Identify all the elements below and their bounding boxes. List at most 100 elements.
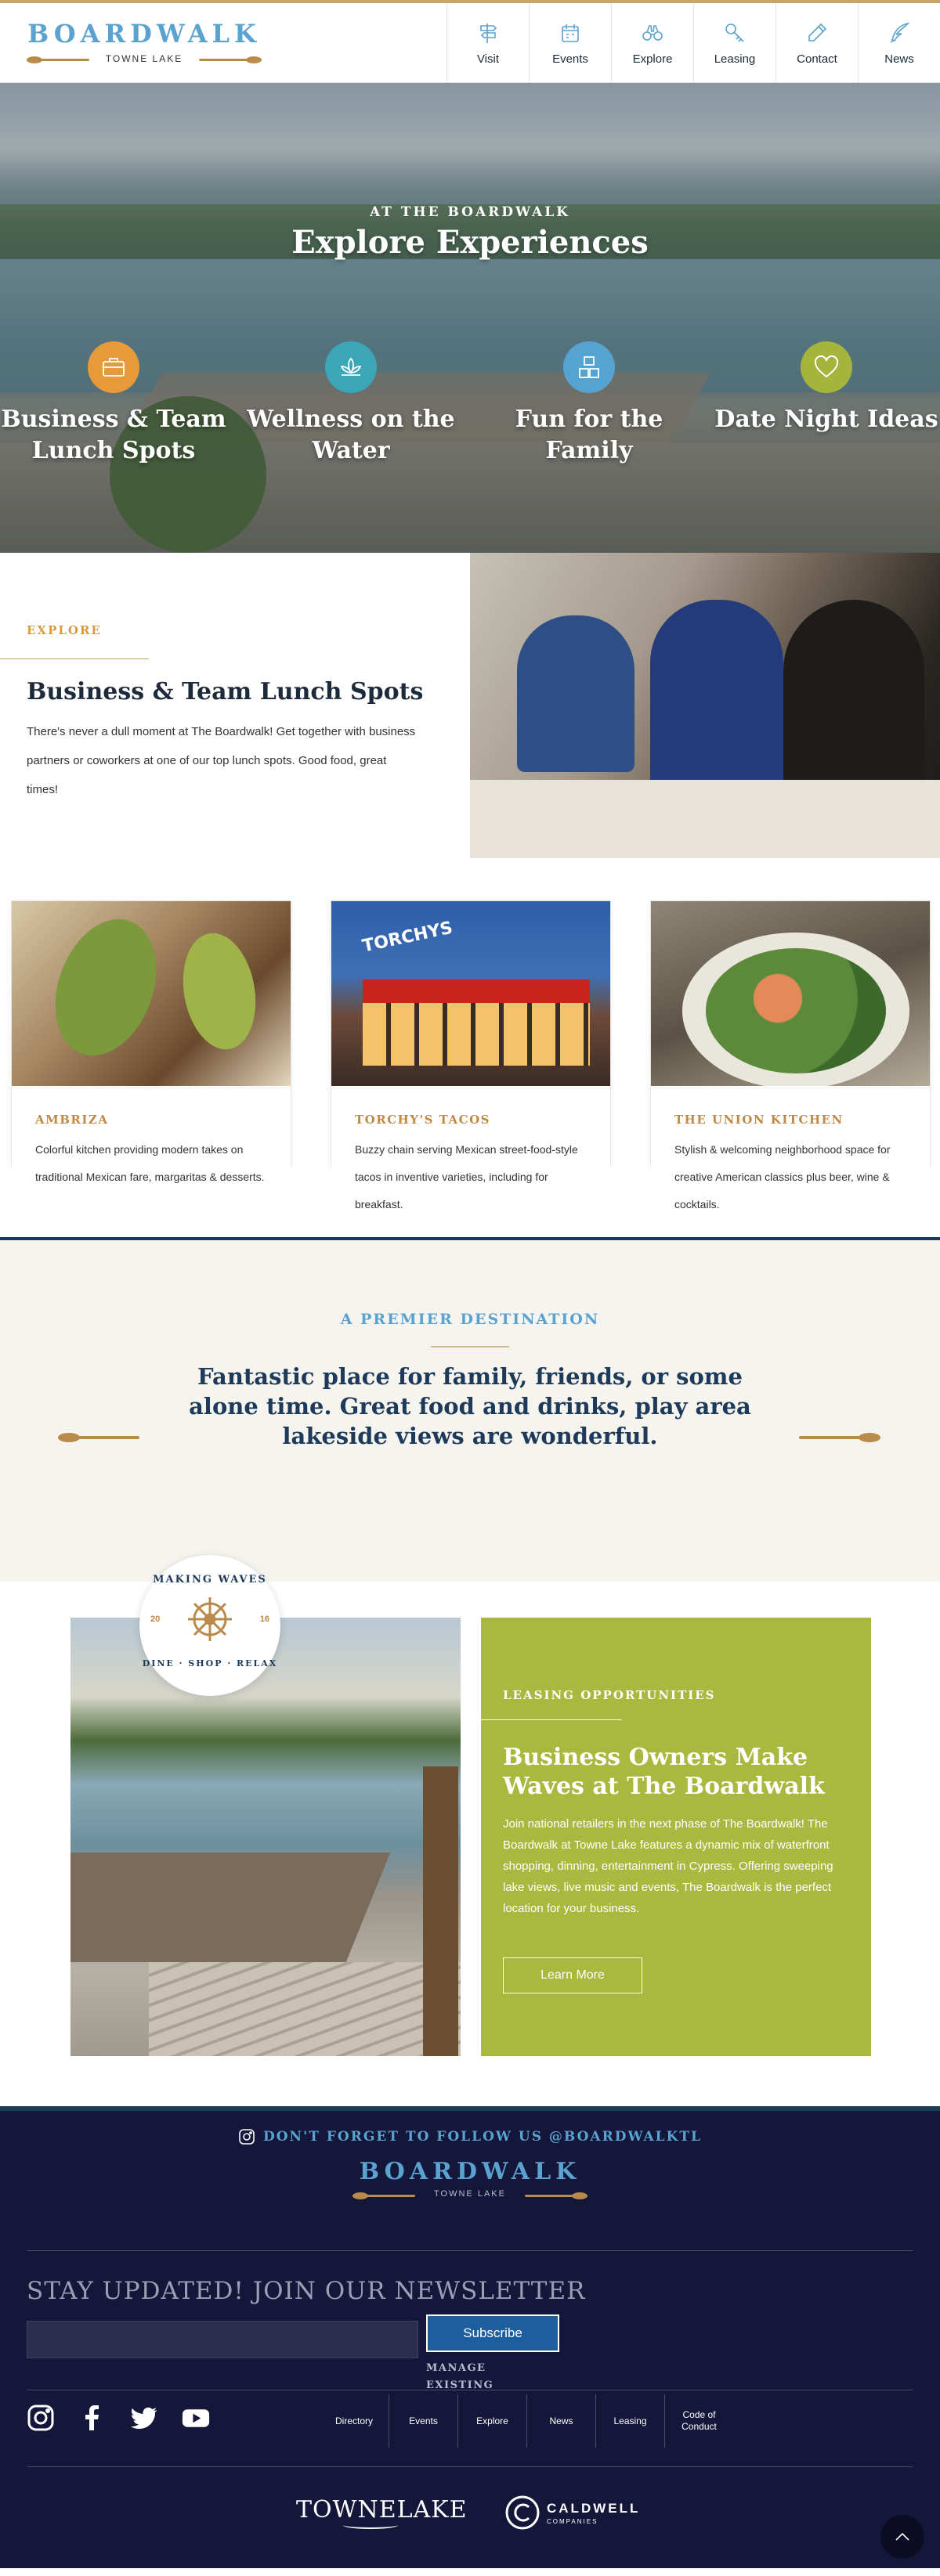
card-title: AMBRIZA [35, 1113, 109, 1127]
nav-contact[interactable]: Contact [776, 3, 858, 83]
feature-section: EXPLORE Business & Team Lunch Spots Ther… [0, 553, 940, 861]
nav-label-news: News [884, 52, 914, 66]
experience-label: Date Night Ideas [714, 406, 938, 433]
nav-leasing[interactable]: Leasing [693, 3, 776, 83]
nav-visit[interactable]: Visit [446, 3, 529, 83]
facebook-link[interactable] [78, 2404, 107, 2436]
logo-wordmark: BOARDWALK [27, 19, 261, 49]
restaurant-card[interactable]: THE UNION KITCHEN Stylish & welcoming ne… [650, 900, 931, 1210]
footer-nav-code-of-conduct[interactable]: Code of Conduct [664, 2394, 733, 2448]
photo-windows [363, 1003, 590, 1066]
footer-nav-news[interactable]: News [526, 2394, 595, 2448]
photo-person [517, 615, 634, 772]
calendar-icon [562, 23, 579, 42]
testimonial-eyebrow: A PREMIER DESTINATION [340, 1311, 600, 1328]
main-nav: Visit Events Explore Leasing Contact New… [446, 3, 940, 83]
ship-wheel-icon [188, 1597, 232, 1641]
card-title: TORCHY'S TACOS [355, 1113, 490, 1127]
experience-label: Wellness on the Water [247, 406, 455, 464]
photo-person [650, 600, 783, 788]
nav-explore[interactable]: Explore [611, 3, 693, 83]
caldwell-sub: COMPANIES [547, 2517, 598, 2525]
experience-date-night[interactable]: Date Night Ideas [713, 341, 940, 435]
youtube-icon [182, 2409, 210, 2427]
caldwell-logo[interactable]: CALDWELL COMPANIES [504, 2493, 653, 2532]
follow-instagram[interactable]: DON'T FORGET TO FOLLOW US @BOARDWALKTL [0, 2128, 940, 2145]
newsletter-email-input[interactable] [27, 2321, 418, 2358]
experience-family[interactable]: Fun for the Family [475, 341, 703, 467]
logo-subtitle: TOWNE LAKE [434, 2189, 506, 2199]
card-title: THE UNION KITCHEN [674, 1113, 844, 1127]
signpost-icon [480, 23, 497, 43]
back-to-top-button[interactable] [880, 2515, 924, 2559]
nav-events[interactable]: Events [529, 3, 611, 83]
caldwell-name: CALDWELL [547, 2500, 641, 2516]
footer-nav-leasing[interactable]: Leasing [595, 2394, 664, 2448]
divider [27, 2250, 913, 2251]
card-photo: TORCHYS [331, 901, 610, 1086]
footer-logo[interactable]: BOARDWALK TOWNE LAKE [352, 2158, 588, 2208]
badge-top-text: MAKING WAVES [153, 1574, 267, 1586]
footer-nav-events[interactable]: Events [389, 2394, 457, 2448]
family-icon [579, 356, 599, 378]
leasing-eyebrow: LEASING OPPORTUNITIES [503, 1688, 716, 1702]
paddle-left-icon [58, 1433, 139, 1442]
photo-pillar [423, 1766, 458, 2056]
hero-title: Explore Experiences [291, 224, 649, 261]
experience-business-lunch[interactable]: Business & Team Lunch Spots [0, 341, 227, 467]
learn-more-button[interactable]: Learn More [503, 1957, 642, 1993]
townelake-logo[interactable]: TOWNELAKE [296, 2496, 467, 2529]
instagram-link[interactable] [27, 2404, 55, 2436]
photo-avocado [174, 927, 265, 1055]
logo-wordmark: BOARDWALK [359, 2158, 581, 2185]
restaurant-card[interactable]: TORCHYS TORCHY'S TACOS Buzzy chain servi… [331, 900, 611, 1210]
footer-nav: Directory Events Explore News Leasing Co… [320, 2394, 733, 2448]
leasing-title: Business Owners Make Waves at The Boardw… [503, 1744, 825, 1800]
badge-year-left: 20 [150, 1615, 161, 1624]
nav-news[interactable]: News [858, 3, 940, 83]
feature-title: Business & Team Lunch Spots [27, 678, 424, 705]
card-text: Stylish & welcoming neighborhood space f… [674, 1143, 891, 1210]
leasing-panel: LEASING OPPORTUNITIES Business Owners Ma… [481, 1618, 871, 2056]
card-photo [12, 901, 291, 1086]
experience-label: Business & Team Lunch Spots [1, 406, 226, 464]
photo-salad [706, 948, 886, 1073]
card-photo [651, 901, 930, 1086]
testimonial-text: Fantastic place for family, friends, or … [189, 1363, 751, 1449]
experience-wellness[interactable]: Wellness on the Water [237, 341, 465, 467]
twitter-link[interactable] [130, 2404, 158, 2436]
footer-nav-explore[interactable]: Explore [457, 2394, 526, 2448]
photo-table [470, 780, 940, 858]
paddle-right-icon [525, 2192, 588, 2199]
making-waves-badge: MAKING WAVES 20 16 DINE · SHOP · RELAX [139, 1555, 280, 1696]
hero-overlay [0, 83, 940, 553]
subscribe-button[interactable]: Subscribe [426, 2314, 559, 2352]
experience-label: Fun for the Family [515, 406, 663, 464]
social-links [27, 2404, 210, 2436]
feature-photo [470, 553, 940, 858]
restaurant-cards: AMBRIZA Colorful kitchen providing moder… [0, 861, 940, 1237]
photo-awning [363, 980, 590, 1003]
testimonial-section: A PREMIER DESTINATION Fantastic place fo… [0, 1237, 940, 1582]
restaurant-card[interactable]: AMBRIZA Colorful kitchen providing moder… [11, 900, 291, 1183]
nav-label-contact: Contact [797, 52, 837, 66]
key-icon [725, 23, 744, 42]
leasing-photo [70, 1618, 461, 2056]
footer-nav-directory[interactable]: Directory [320, 2394, 389, 2448]
youtube-link[interactable] [182, 2404, 210, 2436]
divider [27, 2466, 913, 2467]
experience-icon-circle [325, 341, 377, 393]
photo-person [783, 600, 924, 803]
feature-eyebrow: EXPLORE [27, 623, 102, 637]
divider [0, 658, 149, 659]
newsletter-title: STAY UPDATED! JOIN OUR NEWSLETTER [27, 2277, 586, 2305]
divider [431, 1346, 509, 1348]
photo-steps [149, 1962, 461, 2056]
photo-avocado [37, 904, 175, 1070]
boardwalk-logo[interactable]: BOARDWALK TOWNE LAKE [27, 19, 262, 69]
caldwell-c-icon [505, 2495, 540, 2530]
site-footer: DON'T FORGET TO FOLLOW US @BOARDWALKTL B… [0, 2103, 940, 2568]
leasing-text: Join national retailers in the next phas… [503, 1817, 833, 1915]
briefcase-icon [103, 358, 125, 377]
feature-text: There's never a dull moment at The Board… [27, 725, 416, 796]
